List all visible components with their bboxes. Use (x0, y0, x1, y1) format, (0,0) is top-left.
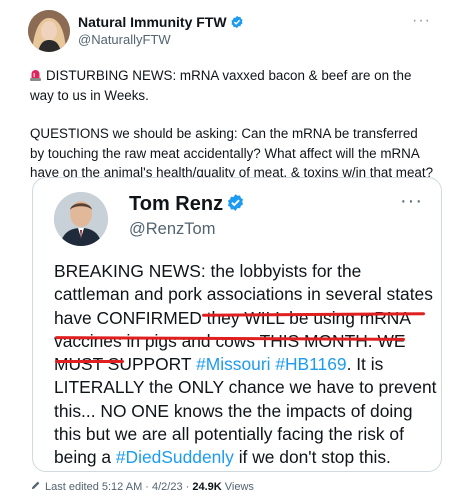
quoted-author-handle[interactable]: @RenzTom (129, 219, 215, 239)
edited-timestamp[interactable]: Last edited 5:12 AM · 4/2/23 · (45, 481, 192, 493)
verified-badge-icon (228, 194, 244, 211)
hashtag-diedsuddenly[interactable]: #DiedSuddenly (116, 447, 234, 467)
tweet-paragraph-1: DISTURBING NEWS: mRNA vaxxed bacon & bee… (30, 68, 412, 103)
tweet-paragraph-2: QUESTIONS we should be asking: Can the m… (30, 126, 434, 181)
views-label: Views (221, 481, 254, 493)
quoted-author-name[interactable]: Tom Renz (129, 192, 245, 216)
more-options-icon[interactable]: ··· (412, 12, 431, 30)
hashtag-hb1169[interactable]: #HB1169 (275, 354, 346, 374)
author-handle[interactable]: @NaturallyFTW (78, 32, 171, 48)
quoted-more-options-icon[interactable]: ··· (400, 190, 423, 213)
author-name[interactable]: Natural Immunity FTW (78, 14, 244, 31)
views-count: 24.9K (192, 481, 222, 493)
red-annotation-underline (55, 360, 124, 363)
quoted-tweet-text: BREAKING NEWS: the lobbyists for the cat… (54, 260, 439, 470)
quoted-author-avatar[interactable] (54, 192, 108, 246)
author-avatar[interactable] (28, 10, 70, 52)
tweet-text: DISTURBING NEWS: mRNA vaxxed bacon & bee… (30, 66, 435, 183)
tweet-footer: Last edited 5:12 AM · 4/2/23 · 24.9K Vie… (30, 480, 254, 494)
hashtag-missouri[interactable]: #Missouri (196, 354, 270, 374)
edit-pencil-icon (31, 481, 40, 490)
verified-badge-icon (231, 15, 243, 29)
quoted-tweet[interactable]: Tom Renz @RenzTom ··· BREAKING NEWS: the… (32, 177, 442, 472)
siren-icon (30, 70, 41, 81)
quoted-text-part-3: if we don't stop this. (233, 447, 391, 468)
